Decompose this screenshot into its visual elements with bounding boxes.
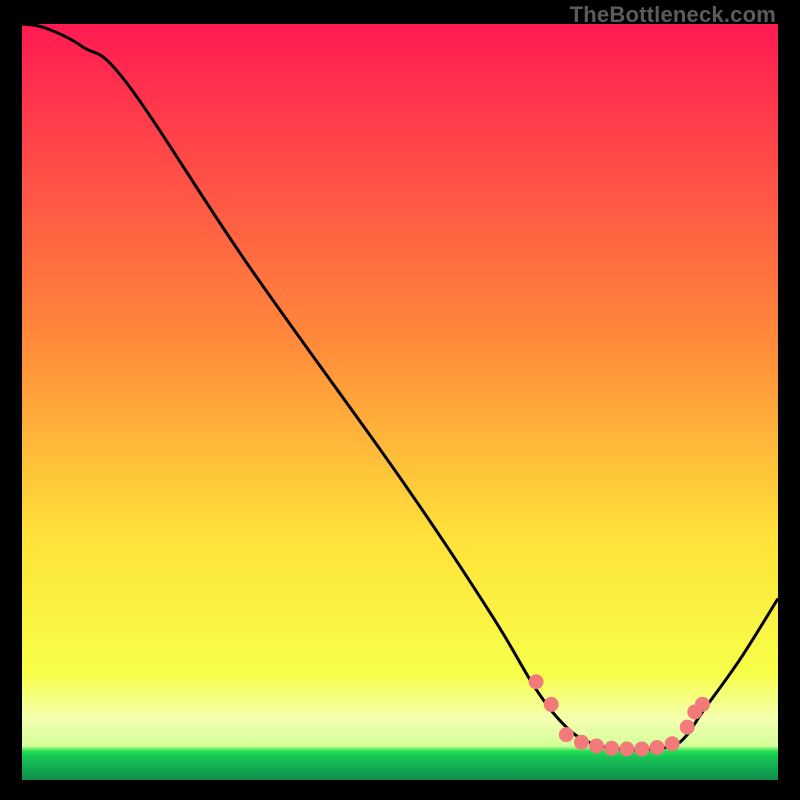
- curve-marker: [695, 697, 710, 712]
- curve-marker: [604, 741, 619, 756]
- curve-marker: [529, 674, 544, 689]
- curve-marker: [680, 720, 695, 735]
- curve-marker: [650, 740, 665, 755]
- curve-marker: [559, 727, 574, 742]
- curve-marker: [619, 742, 634, 757]
- curve-marker: [589, 738, 604, 753]
- curve-marker: [544, 697, 559, 712]
- chart-frame: [22, 24, 778, 780]
- curve-marker: [634, 742, 649, 757]
- curve-marker: [574, 735, 589, 750]
- bottleneck-chart: [22, 24, 778, 780]
- curve-marker: [665, 736, 680, 751]
- gradient-background: [22, 24, 778, 780]
